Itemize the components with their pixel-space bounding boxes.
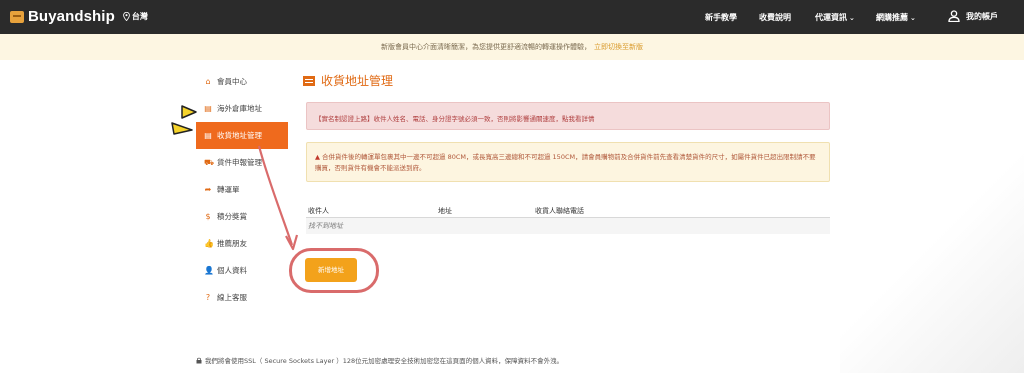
lock-icon (196, 357, 202, 363)
banner-text: 新版會員中心介面清晰簡潔，為您提供更舒適流暢的轉運操作體驗， (381, 43, 591, 51)
sidebar-item-label: 會員中心 (217, 77, 247, 86)
dollar-icon: $ (205, 212, 211, 221)
details-link[interactable]: 點我看詳情 (562, 115, 595, 123)
address-card-icon: ▤ (204, 104, 212, 113)
highlight-ellipse (289, 248, 379, 293)
share-icon: ➦ (204, 185, 212, 194)
top-navbar: Buyandship 台灣 新手教學 收費說明 代運資訊 ⌄ 網購推薦 ⌄ 我的… (0, 0, 1024, 34)
sidebar-item-referral[interactable]: 👍 推薦朋友 (196, 230, 288, 257)
page-title-text: 收貨地址管理 (321, 74, 394, 88)
account-label: 我的帳戶 (966, 11, 998, 21)
cart-icon: ⛟ (204, 157, 215, 167)
sidebar-item-label: 海外倉庫地址 (217, 104, 262, 113)
user-icon: 👤 (204, 266, 214, 275)
chevron-down-icon: ⌄ (910, 13, 916, 22)
real-name-alert-text: 【實名制認證上路】收件人姓名、電話、身分證字號必須一致，否則將影響通關速度， (315, 115, 562, 123)
nav-pricing[interactable]: 收費說明 (759, 12, 791, 23)
size-limit-alert-text: 合併貨件後的轉運單包裹其中一邊不可超過 80CM，或長寬高三邊總和不可超過 15… (315, 153, 816, 172)
address-card-icon: ▤ (204, 131, 212, 140)
column-phone: 收貨人聯絡電話 (535, 206, 584, 215)
background-shade (840, 60, 1024, 373)
switch-new-version-link[interactable]: 立即切換至新版 (594, 43, 643, 51)
sidebar-item-label: 收貨地址管理 (217, 131, 262, 140)
nav-shipping-info-label: 代運資訊 (815, 13, 847, 22)
home-icon: ⌂ (205, 77, 211, 86)
address-table: 收件人 地址 收貨人聯絡電話 找不到地址 (306, 204, 830, 234)
table-header: 收件人 地址 收貨人聯絡電話 (306, 204, 830, 218)
ssl-footer: 我們將會使用SSL（ Secure Sockets Layer ）128位元加密… (196, 355, 563, 365)
page-title: 收貨地址管理 (303, 72, 393, 89)
yellow-pointer-upper (181, 105, 197, 119)
sidebar-item-member-center[interactable]: ⌂ 會員中心 (196, 68, 288, 95)
thumbs-up-icon: 👍 (204, 239, 214, 248)
new-version-banner: 新版會員中心介面清晰簡潔，為您提供更舒適流暢的轉運操作體驗， 立即切換至新版 (0, 34, 1024, 60)
column-recipient: 收件人 (308, 206, 329, 215)
nav-shopping-recommend-label: 網購推薦 (876, 13, 908, 22)
sidebar-item-points[interactable]: $ 積分獎賞 (196, 203, 288, 230)
yellow-pointer-lower (171, 122, 193, 135)
sidebar: ⌂ 會員中心 ▤ 海外倉庫地址 ▤ 收貨地址管理 ⛟ 貨件申報管理 ➦ 轉運單 $ 積分獎賞… (196, 68, 288, 311)
warning-icon: ▲ (315, 153, 320, 161)
location-pin-icon (123, 12, 130, 21)
real-name-alert: 【實名制認證上路】收件人姓名、電話、身分證字號必須一致，否則將影響通關速度，點我… (306, 102, 830, 130)
nav-shipping-info[interactable]: 代運資訊 ⌄ (815, 12, 855, 23)
sidebar-item-label: 貨件申報管理 (217, 158, 262, 167)
sidebar-item-address-management[interactable]: ▤ 收貨地址管理 (196, 122, 288, 149)
sidebar-item-label: 推薦朋友 (217, 239, 247, 248)
sidebar-item-label: 轉運單 (217, 185, 240, 194)
region-selector[interactable]: 台灣 (123, 11, 148, 22)
sidebar-item-support[interactable]: ? 線上客服 (196, 284, 288, 311)
column-address: 地址 (438, 206, 452, 215)
chevron-down-icon: ⌄ (849, 13, 855, 22)
nav-getting-started[interactable]: 新手教學 (705, 12, 737, 23)
nav-shopping-recommend[interactable]: 網購推薦 ⌄ (876, 12, 916, 23)
sidebar-item-label: 線上客服 (217, 293, 247, 302)
sidebar-item-label: 個人資料 (217, 266, 247, 275)
sidebar-item-declaration[interactable]: ⛟ 貨件申報管理 (196, 149, 288, 176)
address-card-icon (303, 75, 315, 86)
help-icon: ? (205, 293, 211, 302)
sidebar-item-profile[interactable]: 👤 個人資料 (196, 257, 288, 284)
sidebar-item-label: 積分獎賞 (217, 212, 247, 221)
logo-text: Buyandship (28, 8, 115, 25)
user-icon (948, 10, 960, 22)
region-label: 台灣 (131, 12, 148, 21)
size-limit-alert: ▲ 合併貨件後的轉運單包裹其中一邊不可超過 80CM，或長寬高三邊總和不可超過 1… (306, 142, 830, 182)
account-menu[interactable]: 我的帳戶 (948, 10, 998, 22)
logo[interactable]: Buyandship 台灣 (10, 8, 148, 25)
empty-row: 找不到地址 (306, 218, 830, 234)
sidebar-item-shipment[interactable]: ➦ 轉運單 (196, 176, 288, 203)
box-logo-icon (10, 10, 24, 23)
ssl-footer-text: 我們將會使用SSL（ Secure Sockets Layer ）128位元加密… (205, 357, 564, 365)
sidebar-item-overseas-warehouse[interactable]: ▤ 海外倉庫地址 (196, 95, 288, 122)
